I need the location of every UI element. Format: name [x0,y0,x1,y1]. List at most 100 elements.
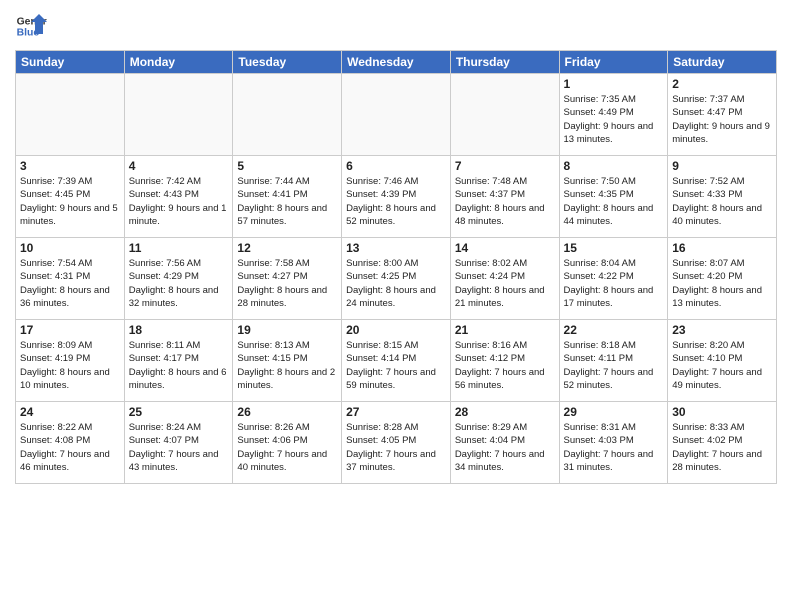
calendar-cell: 28 Sunrise: 8:29 AM Sunset: 4:04 PM Dayli… [450,402,559,484]
day-info: Sunrise: 7:44 AM Sunset: 4:41 PM Dayligh… [237,175,337,228]
calendar-cell: 26 Sunrise: 8:26 AM Sunset: 4:06 PM Dayli… [233,402,342,484]
day-info: Sunrise: 7:46 AM Sunset: 4:39 PM Dayligh… [346,175,446,228]
logo: General Blue [15,10,47,42]
day-number: 6 [346,159,446,173]
day-number: 11 [129,241,229,255]
day-number: 28 [455,405,555,419]
calendar-cell: 13 Sunrise: 8:00 AM Sunset: 4:25 PM Dayli… [342,238,451,320]
day-number: 30 [672,405,772,419]
calendar-cell: 17 Sunrise: 8:09 AM Sunset: 4:19 PM Dayli… [16,320,125,402]
calendar-cell: 6 Sunrise: 7:46 AM Sunset: 4:39 PM Daylig… [342,156,451,238]
weekday-header: Tuesday [233,51,342,74]
day-number: 17 [20,323,120,337]
calendar-cell: 5 Sunrise: 7:44 AM Sunset: 4:41 PM Daylig… [233,156,342,238]
calendar-cell: 1Sunrise: 7:35 AM Sunset: 4:49 PM Daylig… [559,74,668,156]
day-info: Sunrise: 8:02 AM Sunset: 4:24 PM Dayligh… [455,257,555,310]
day-number: 26 [237,405,337,419]
weekday-header: Thursday [450,51,559,74]
day-number: 13 [346,241,446,255]
day-number: 21 [455,323,555,337]
day-number: 16 [672,241,772,255]
day-info: Sunrise: 7:35 AM Sunset: 4:49 PM Dayligh… [564,93,664,146]
weekday-header: Sunday [16,51,125,74]
day-info: Sunrise: 8:13 AM Sunset: 4:15 PM Dayligh… [237,339,337,392]
day-number: 23 [672,323,772,337]
calendar-cell: 22 Sunrise: 8:18 AM Sunset: 4:11 PM Dayli… [559,320,668,402]
page-header: General Blue [15,10,777,42]
calendar-cell: 8 Sunrise: 7:50 AM Sunset: 4:35 PM Daylig… [559,156,668,238]
day-info: Sunrise: 8:00 AM Sunset: 4:25 PM Dayligh… [346,257,446,310]
calendar-cell: 30 Sunrise: 8:33 AM Sunset: 4:02 PM Dayli… [668,402,777,484]
day-info: Sunrise: 8:16 AM Sunset: 4:12 PM Dayligh… [455,339,555,392]
calendar-week-row: 17 Sunrise: 8:09 AM Sunset: 4:19 PM Dayli… [16,320,777,402]
day-info: Sunrise: 7:56 AM Sunset: 4:29 PM Dayligh… [129,257,229,310]
calendar-week-row: 24 Sunrise: 8:22 AM Sunset: 4:08 PM Dayli… [16,402,777,484]
day-number: 24 [20,405,120,419]
day-info: Sunrise: 7:50 AM Sunset: 4:35 PM Dayligh… [564,175,664,228]
day-number: 20 [346,323,446,337]
day-number: 2 [672,77,772,91]
calendar-week-row: 10Sunrise: 7:54 AM Sunset: 4:31 PM Dayli… [16,238,777,320]
day-info: Sunrise: 8:22 AM Sunset: 4:08 PM Dayligh… [20,421,120,474]
calendar-cell: 23 Sunrise: 8:20 AM Sunset: 4:10 PM Dayli… [668,320,777,402]
calendar-cell: 21 Sunrise: 8:16 AM Sunset: 4:12 PM Dayli… [450,320,559,402]
weekday-header: Wednesday [342,51,451,74]
calendar-cell: 14 Sunrise: 8:02 AM Sunset: 4:24 PM Dayli… [450,238,559,320]
day-info: Sunrise: 7:54 AM Sunset: 4:31 PM Dayligh… [20,257,120,310]
calendar-cell [450,74,559,156]
day-info: Sunrise: 8:29 AM Sunset: 4:04 PM Dayligh… [455,421,555,474]
calendar-header-row: SundayMondayTuesdayWednesdayThursdayFrid… [16,51,777,74]
calendar-cell [233,74,342,156]
calendar-cell [342,74,451,156]
day-number: 8 [564,159,664,173]
day-info: Sunrise: 7:58 AM Sunset: 4:27 PM Dayligh… [237,257,337,310]
calendar-cell: 9Sunrise: 7:52 AM Sunset: 4:33 PM Daylig… [668,156,777,238]
day-info: Sunrise: 8:11 AM Sunset: 4:17 PM Dayligh… [129,339,229,392]
day-info: Sunrise: 8:26 AM Sunset: 4:06 PM Dayligh… [237,421,337,474]
calendar-cell: 2 Sunrise: 7:37 AM Sunset: 4:47 PM Daylig… [668,74,777,156]
day-number: 3 [20,159,120,173]
day-number: 27 [346,405,446,419]
calendar-cell [124,74,233,156]
calendar-cell: 3 Sunrise: 7:39 AM Sunset: 4:45 PM Daylig… [16,156,125,238]
day-info: Sunrise: 7:52 AM Sunset: 4:33 PM Dayligh… [672,175,772,228]
calendar-cell: 15 Sunrise: 8:04 AM Sunset: 4:22 PM Dayli… [559,238,668,320]
logo-icon: General Blue [15,10,47,42]
day-info: Sunrise: 8:15 AM Sunset: 4:14 PM Dayligh… [346,339,446,392]
calendar-cell: 19 Sunrise: 8:13 AM Sunset: 4:15 PM Dayli… [233,320,342,402]
calendar-week-row: 1Sunrise: 7:35 AM Sunset: 4:49 PM Daylig… [16,74,777,156]
day-number: 18 [129,323,229,337]
weekday-header: Saturday [668,51,777,74]
day-number: 15 [564,241,664,255]
day-info: Sunrise: 7:42 AM Sunset: 4:43 PM Dayligh… [129,175,229,228]
calendar-week-row: 3 Sunrise: 7:39 AM Sunset: 4:45 PM Daylig… [16,156,777,238]
calendar-cell: 16Sunrise: 8:07 AM Sunset: 4:20 PM Dayli… [668,238,777,320]
calendar-cell: 24 Sunrise: 8:22 AM Sunset: 4:08 PM Dayli… [16,402,125,484]
day-number: 25 [129,405,229,419]
day-number: 19 [237,323,337,337]
day-number: 14 [455,241,555,255]
calendar-cell: 7 Sunrise: 7:48 AM Sunset: 4:37 PM Daylig… [450,156,559,238]
day-number: 4 [129,159,229,173]
calendar-cell [16,74,125,156]
day-info: Sunrise: 7:39 AM Sunset: 4:45 PM Dayligh… [20,175,120,228]
calendar-cell: 20 Sunrise: 8:15 AM Sunset: 4:14 PM Dayli… [342,320,451,402]
day-info: Sunrise: 8:20 AM Sunset: 4:10 PM Dayligh… [672,339,772,392]
day-number: 7 [455,159,555,173]
day-info: Sunrise: 8:09 AM Sunset: 4:19 PM Dayligh… [20,339,120,392]
day-number: 22 [564,323,664,337]
day-info: Sunrise: 8:04 AM Sunset: 4:22 PM Dayligh… [564,257,664,310]
day-info: Sunrise: 7:48 AM Sunset: 4:37 PM Dayligh… [455,175,555,228]
calendar-cell: 18 Sunrise: 8:11 AM Sunset: 4:17 PM Dayli… [124,320,233,402]
day-info: Sunrise: 8:33 AM Sunset: 4:02 PM Dayligh… [672,421,772,474]
weekday-header: Monday [124,51,233,74]
day-number: 5 [237,159,337,173]
day-info: Sunrise: 7:37 AM Sunset: 4:47 PM Dayligh… [672,93,772,146]
weekday-header: Friday [559,51,668,74]
day-number: 29 [564,405,664,419]
day-info: Sunrise: 8:31 AM Sunset: 4:03 PM Dayligh… [564,421,664,474]
calendar-cell: 4 Sunrise: 7:42 AM Sunset: 4:43 PM Daylig… [124,156,233,238]
day-info: Sunrise: 8:18 AM Sunset: 4:11 PM Dayligh… [564,339,664,392]
calendar-cell: 10Sunrise: 7:54 AM Sunset: 4:31 PM Dayli… [16,238,125,320]
calendar-cell: 25Sunrise: 8:24 AM Sunset: 4:07 PM Dayli… [124,402,233,484]
